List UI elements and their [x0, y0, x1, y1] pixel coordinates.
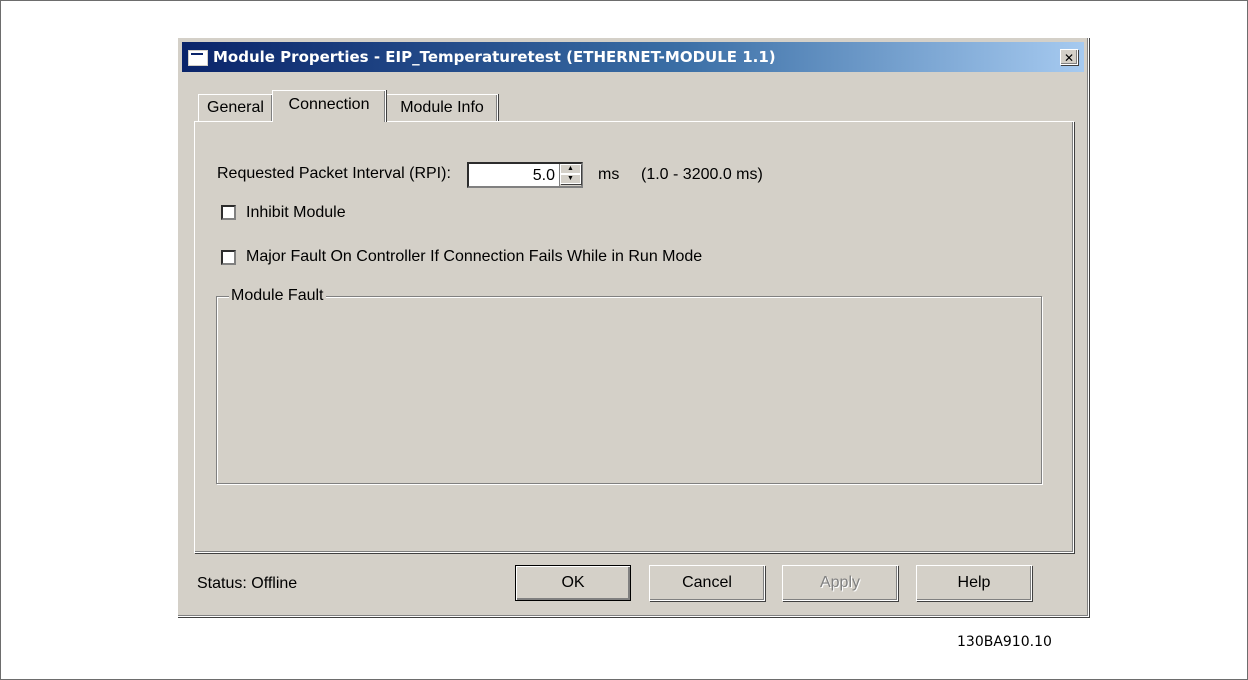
figure-frame: Module Properties - EIP_Temperaturetest …: [0, 0, 1248, 680]
module-properties-dialog: Module Properties - EIP_Temperaturetest …: [177, 37, 1089, 617]
cancel-button[interactable]: Cancel: [649, 565, 765, 601]
figure-id: 130BA910.10: [957, 634, 1052, 650]
window-title: Module Properties - EIP_Temperaturetest …: [213, 48, 776, 66]
status-text: Status: Offline: [197, 575, 298, 592]
tab-module-info[interactable]: Module Info: [386, 94, 498, 121]
help-button[interactable]: Help: [916, 565, 1032, 601]
tab-connection[interactable]: Connection: [272, 90, 386, 122]
window-icon: [188, 50, 208, 66]
apply-button[interactable]: Apply: [782, 565, 898, 601]
connection-tab-panel: [194, 121, 1074, 553]
title-bar[interactable]: Module Properties - EIP_Temperaturetest …: [182, 42, 1084, 72]
close-button[interactable]: ✕: [1060, 49, 1078, 65]
ok-button[interactable]: OK: [515, 565, 631, 601]
tab-general[interactable]: General: [198, 94, 273, 121]
